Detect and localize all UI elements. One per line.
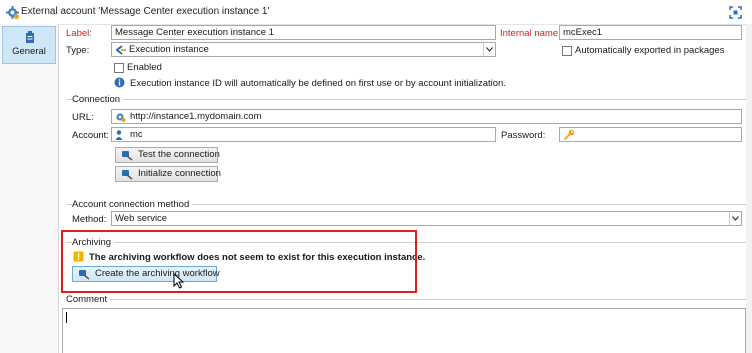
type-value: Execution instance	[129, 44, 209, 55]
execution-instance-icon	[116, 45, 126, 55]
key-icon	[563, 129, 575, 141]
account-value: mc	[130, 129, 143, 140]
account-method-title: Account connection method	[72, 199, 193, 210]
test-connection-button[interactable]: Test the connection	[115, 147, 220, 163]
method-dropdown-button[interactable]	[729, 212, 741, 225]
method-label: Method:	[72, 214, 107, 225]
highlight-box	[61, 230, 417, 293]
tab-general[interactable]: General	[2, 26, 56, 64]
label-field[interactable]: Message Center execution instance 1	[111, 25, 496, 40]
account-field[interactable]: mc	[111, 127, 496, 142]
expand-icon[interactable]	[729, 6, 742, 19]
title-bar: External account 'Message Center executi…	[0, 0, 752, 25]
sidebar	[0, 24, 59, 353]
internal-name-field[interactable]: mcExec1	[559, 25, 742, 40]
tab-general-label: General	[12, 46, 46, 57]
method-select[interactable]: Web service	[111, 211, 742, 226]
account-label: Account:	[72, 130, 109, 141]
info-icon	[114, 77, 125, 88]
internal-name-label: Internal name:	[500, 28, 561, 39]
chevron-down-icon	[732, 216, 739, 221]
comment-textarea[interactable]	[62, 308, 746, 353]
document-icon	[26, 31, 34, 43]
type-dropdown-button[interactable]	[483, 43, 495, 56]
user-icon	[115, 130, 123, 140]
initialize-connection-button[interactable]: Initialize connection	[115, 166, 221, 182]
method-value: Web service	[115, 213, 168, 224]
connection-icon	[122, 170, 133, 180]
gear-icon	[6, 6, 19, 19]
test-connection-label: Test the connection	[138, 149, 220, 160]
url-field[interactable]: http://instance1.mydomain.com	[111, 109, 742, 124]
url-value: http://instance1.mydomain.com	[130, 111, 262, 122]
info-text: Execution instance ID will automatically…	[130, 78, 506, 89]
initialize-connection-label: Initialize connection	[138, 168, 221, 179]
label-label: Label:	[66, 28, 92, 39]
scrollbar[interactable]	[746, 24, 752, 353]
password-label: Password:	[501, 130, 546, 141]
auto-export-label: Automatically exported in packages	[575, 45, 725, 56]
enabled-checkbox[interactable]	[114, 63, 124, 73]
window-title: External account 'Message Center executi…	[21, 6, 270, 17]
comment-divider	[106, 299, 746, 300]
url-label: URL:	[72, 112, 94, 123]
type-label: Type:	[66, 45, 90, 56]
auto-export-checkbox[interactable]	[562, 46, 572, 56]
chevron-down-icon	[486, 47, 493, 52]
enabled-label: Enabled	[127, 62, 162, 73]
connection-icon	[122, 151, 133, 161]
password-field[interactable]	[559, 127, 742, 142]
comment-title: Comment	[66, 294, 111, 305]
connection-title: Connection	[72, 94, 124, 105]
type-select[interactable]: Execution instance	[111, 42, 496, 57]
gear-icon	[116, 113, 126, 122]
text-caret	[66, 312, 67, 323]
connection-divider	[66, 99, 746, 100]
